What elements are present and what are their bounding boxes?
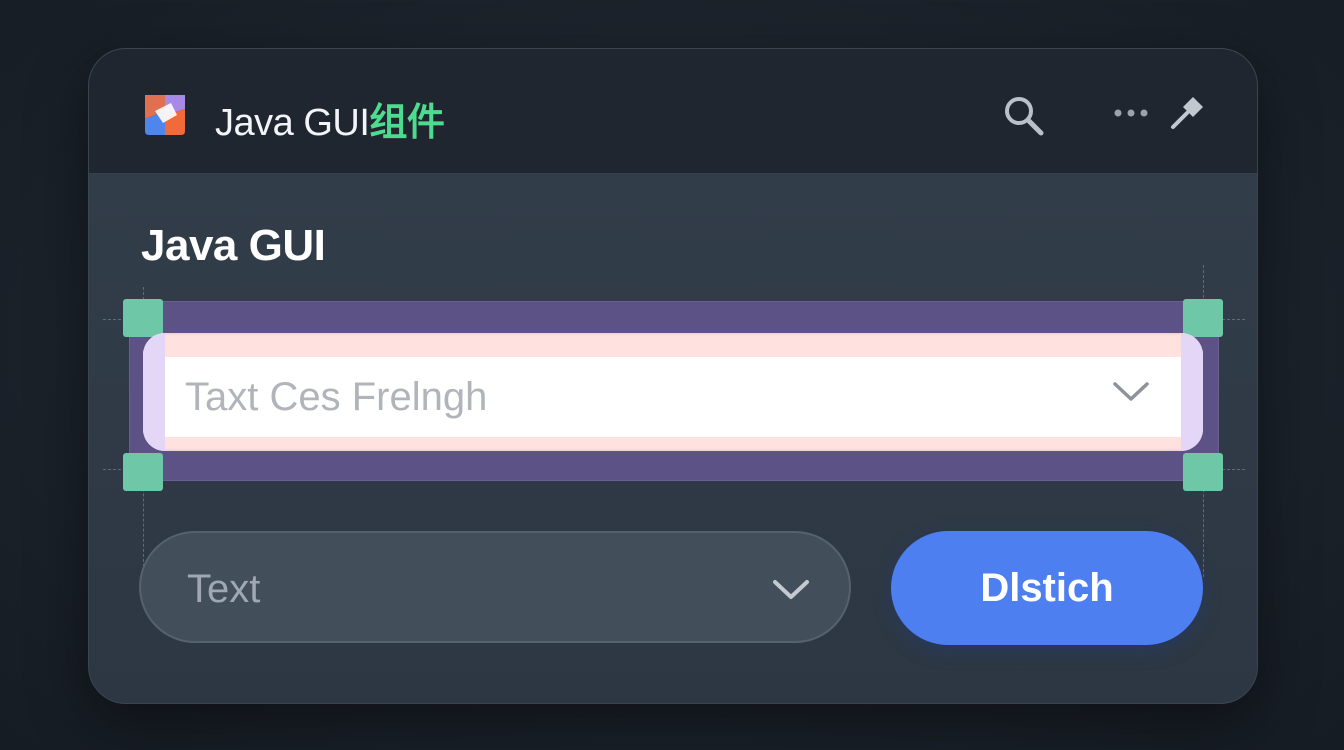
text-combo-value: Text: [187, 567, 261, 611]
combo-box-edge-right: [1181, 333, 1203, 451]
selected-combo-box[interactable]: Taxt Ces Frelngh: [143, 333, 1203, 451]
section-title: Java GUI: [141, 221, 326, 270]
chevron-down-icon[interactable]: [771, 577, 811, 603]
resize-handle-top-right[interactable]: [1183, 299, 1223, 337]
resize-handle-top-left[interactable]: [123, 299, 163, 337]
app-title-accent: 组件: [369, 100, 445, 144]
app-title: Java GUI组件: [215, 91, 445, 146]
app-title-text: Java GUI: [215, 102, 370, 144]
app-logo-icon: [145, 95, 185, 135]
chevron-down-icon[interactable]: [1111, 379, 1151, 405]
search-icon[interactable]: [1001, 93, 1045, 137]
combo-box-value: Taxt Ces Frelngh: [185, 375, 488, 419]
pin-icon[interactable]: [1167, 93, 1207, 133]
more-horizontal-icon[interactable]: [1113, 103, 1151, 123]
title-bar: Java GUI组件: [89, 49, 1257, 174]
text-combo-box[interactable]: Text: [139, 531, 851, 643]
app-window: Java GUI组件 Java GUI Taxt Ces Frelngh Tex…: [88, 48, 1258, 704]
resize-handle-bottom-left[interactable]: [123, 453, 163, 491]
resize-handle-bottom-right[interactable]: [1183, 453, 1223, 491]
dispatch-button[interactable]: Dlstich: [891, 531, 1203, 645]
combo-box-edge-left: [143, 333, 165, 451]
